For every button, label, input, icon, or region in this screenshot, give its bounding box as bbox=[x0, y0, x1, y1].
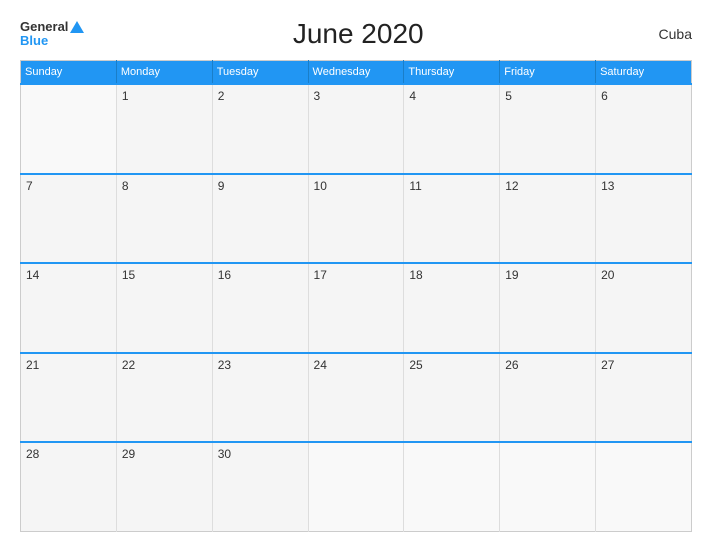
calendar-cell: 7 bbox=[21, 174, 117, 264]
calendar-cell: 3 bbox=[308, 84, 404, 174]
calendar-title: June 2020 bbox=[84, 18, 632, 50]
day-number: 29 bbox=[122, 447, 135, 461]
calendar-cell: 20 bbox=[596, 263, 692, 353]
header: General Blue June 2020 Cuba bbox=[20, 18, 692, 50]
calendar-cell: 1 bbox=[116, 84, 212, 174]
calendar-cell: 17 bbox=[308, 263, 404, 353]
header-thursday: Thursday bbox=[404, 61, 500, 85]
calendar-cell: 8 bbox=[116, 174, 212, 264]
day-number: 9 bbox=[218, 179, 225, 193]
calendar-table: Sunday Monday Tuesday Wednesday Thursday… bbox=[20, 60, 692, 532]
calendar-cell: 28 bbox=[21, 442, 117, 532]
day-number: 17 bbox=[314, 268, 327, 282]
day-number: 22 bbox=[122, 358, 135, 372]
calendar-week-row: 7 8 9 10 11 12 13 bbox=[21, 174, 692, 264]
day-number: 8 bbox=[122, 179, 129, 193]
calendar-cell: 4 bbox=[404, 84, 500, 174]
day-number: 16 bbox=[218, 268, 231, 282]
calendar-cell: 30 bbox=[212, 442, 308, 532]
day-number: 25 bbox=[409, 358, 422, 372]
calendar-cell: 9 bbox=[212, 174, 308, 264]
calendar-cell: 15 bbox=[116, 263, 212, 353]
calendar-cell: 24 bbox=[308, 353, 404, 443]
logo: General Blue bbox=[20, 20, 84, 49]
logo-blue-text: Blue bbox=[20, 34, 48, 48]
calendar-week-row: 21 22 23 24 25 26 27 bbox=[21, 353, 692, 443]
calendar-cell bbox=[21, 84, 117, 174]
day-number: 14 bbox=[26, 268, 39, 282]
day-number: 12 bbox=[505, 179, 518, 193]
calendar-page: General Blue June 2020 Cuba Sunday Monda… bbox=[0, 0, 712, 550]
day-number: 15 bbox=[122, 268, 135, 282]
calendar-week-row: 14 15 16 17 18 19 20 bbox=[21, 263, 692, 353]
day-number: 30 bbox=[218, 447, 231, 461]
calendar-week-row: 1 2 3 4 5 6 bbox=[21, 84, 692, 174]
calendar-cell: 19 bbox=[500, 263, 596, 353]
header-friday: Friday bbox=[500, 61, 596, 85]
country-label: Cuba bbox=[632, 26, 692, 42]
calendar-cell: 26 bbox=[500, 353, 596, 443]
day-number: 11 bbox=[409, 179, 421, 193]
header-tuesday: Tuesday bbox=[212, 61, 308, 85]
calendar-cell: 29 bbox=[116, 442, 212, 532]
day-number: 6 bbox=[601, 89, 608, 103]
calendar-cell: 5 bbox=[500, 84, 596, 174]
logo-general-text: General bbox=[20, 20, 84, 34]
calendar-cell: 14 bbox=[21, 263, 117, 353]
calendar-cell: 6 bbox=[596, 84, 692, 174]
calendar-cell: 12 bbox=[500, 174, 596, 264]
calendar-cell: 27 bbox=[596, 353, 692, 443]
calendar-cell bbox=[308, 442, 404, 532]
day-number: 28 bbox=[26, 447, 39, 461]
day-number: 26 bbox=[505, 358, 518, 372]
calendar-cell: 2 bbox=[212, 84, 308, 174]
day-number: 21 bbox=[26, 358, 39, 372]
logo-triangle-icon bbox=[70, 21, 84, 33]
calendar-cell: 23 bbox=[212, 353, 308, 443]
calendar-cell: 21 bbox=[21, 353, 117, 443]
header-saturday: Saturday bbox=[596, 61, 692, 85]
header-wednesday: Wednesday bbox=[308, 61, 404, 85]
calendar-cell: 22 bbox=[116, 353, 212, 443]
day-number: 23 bbox=[218, 358, 231, 372]
day-number: 19 bbox=[505, 268, 518, 282]
calendar-cell: 16 bbox=[212, 263, 308, 353]
calendar-cell: 10 bbox=[308, 174, 404, 264]
day-number: 24 bbox=[314, 358, 327, 372]
day-number: 13 bbox=[601, 179, 614, 193]
day-number: 1 bbox=[122, 89, 129, 103]
day-number: 4 bbox=[409, 89, 416, 103]
day-number: 7 bbox=[26, 179, 33, 193]
day-number: 18 bbox=[409, 268, 422, 282]
calendar-cell bbox=[500, 442, 596, 532]
day-number: 3 bbox=[314, 89, 321, 103]
day-number: 5 bbox=[505, 89, 512, 103]
calendar-cell bbox=[596, 442, 692, 532]
day-number: 2 bbox=[218, 89, 225, 103]
calendar-cell: 13 bbox=[596, 174, 692, 264]
day-number: 20 bbox=[601, 268, 614, 282]
header-monday: Monday bbox=[116, 61, 212, 85]
calendar-cell: 25 bbox=[404, 353, 500, 443]
calendar-week-row: 28 29 30 bbox=[21, 442, 692, 532]
calendar-cell bbox=[404, 442, 500, 532]
calendar-cell: 11 bbox=[404, 174, 500, 264]
header-sunday: Sunday bbox=[21, 61, 117, 85]
day-number: 27 bbox=[601, 358, 614, 372]
day-number: 10 bbox=[314, 179, 327, 193]
days-header-row: Sunday Monday Tuesday Wednesday Thursday… bbox=[21, 61, 692, 85]
calendar-cell: 18 bbox=[404, 263, 500, 353]
